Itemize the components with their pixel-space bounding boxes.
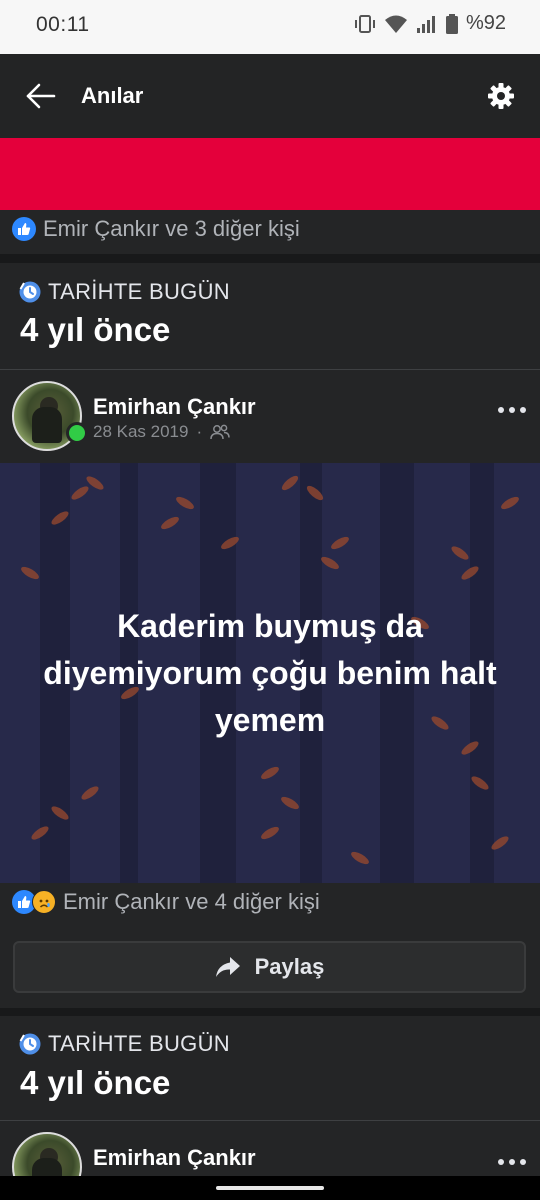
memory-label-row: TARİHTE BUGÜN <box>18 279 230 305</box>
signal-icon <box>416 15 435 33</box>
memory-label: TARİHTE BUGÜN <box>48 279 230 304</box>
online-status-dot <box>66 422 88 444</box>
battery-level: %92 <box>465 12 506 34</box>
back-button[interactable] <box>24 80 58 112</box>
post-meta: 28 Kas 2019 · <box>93 422 230 442</box>
sad-reaction-icon <box>32 890 56 914</box>
wifi-icon <box>384 15 407 33</box>
clock-memory-icon <box>19 281 41 303</box>
reactions-summary[interactable]: Emir Çankır ve 3 diğer kişi <box>12 216 300 242</box>
status-icons: %92 <box>354 12 506 35</box>
author-name[interactable]: Emirhan Çankır <box>93 394 256 420</box>
post-date[interactable]: 28 Kas 2019 <box>93 422 188 442</box>
post-options-button[interactable] <box>498 405 526 415</box>
post-header: Emirhan Çankır 28 Kas 2019 · <box>0 370 540 463</box>
app-bar: Anılar <box>0 54 540 138</box>
status-time: 00:11 <box>36 13 90 36</box>
clock-memory-icon <box>19 1033 41 1055</box>
memory-header: TARİHTE BUGÜN 4 yıl önce <box>0 1016 540 1120</box>
post-options-button[interactable] <box>498 1157 526 1167</box>
previous-post-background <box>0 138 540 210</box>
settings-button[interactable] <box>486 81 516 111</box>
battery-icon <box>445 13 458 34</box>
years-ago: 4 yıl önce <box>20 311 171 348</box>
share-label: Paylaş <box>254 954 325 979</box>
status-bar: 00:11 %92 <box>0 0 540 54</box>
reactions-summary[interactable]: Emir Çankır ve 4 diğer kişi <box>12 889 320 915</box>
share-arrow-icon <box>215 957 240 977</box>
share-button[interactable]: Paylaş <box>13 941 526 993</box>
gear-icon <box>488 83 514 109</box>
years-ago: 4 yıl önce <box>20 1064 171 1101</box>
meta-separator: · <box>196 422 203 441</box>
page-title: Anılar <box>81 83 144 108</box>
post-header: Emirhan Çankır <box>0 1121 540 1176</box>
reactions-text: Emir Çankır ve 3 diğer kişi <box>43 216 300 241</box>
vibrate-icon <box>354 14 375 33</box>
author-name[interactable]: Emirhan Çankır <box>93 1145 256 1171</box>
home-gesture-handle[interactable] <box>216 1186 324 1190</box>
friends-icon <box>210 424 230 440</box>
reactions-text: Emir Çankır ve 4 diğer kişi <box>63 889 320 914</box>
previous-post-footer: Emir Çankır ve 3 diğer kişi <box>0 210 540 254</box>
post-text: Kaderim buymuş da diyemiyorum çoğu benim… <box>43 608 497 738</box>
memory-label-row: TARİHTE BUGÜN <box>18 1031 230 1057</box>
system-nav-bar <box>0 1176 540 1200</box>
arrow-left-icon <box>26 83 56 109</box>
like-reaction-icon <box>12 217 36 241</box>
avatar[interactable] <box>12 1132 82 1176</box>
memory-label: TARİHTE BUGÜN <box>48 1031 230 1056</box>
memory-header: TARİHTE BUGÜN 4 yıl önce <box>0 263 540 369</box>
